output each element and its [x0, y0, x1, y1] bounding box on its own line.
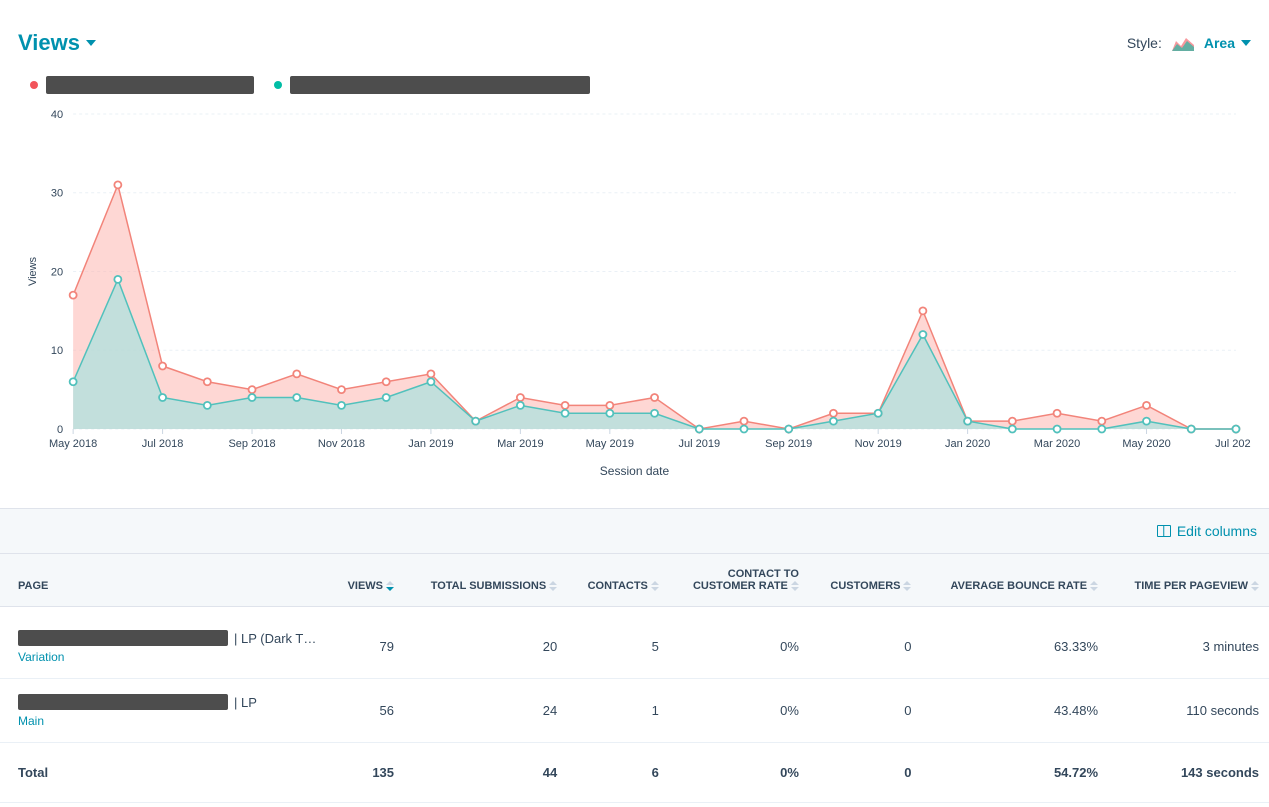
views-label: Views [18, 30, 80, 56]
svg-text:May 2019: May 2019 [586, 438, 634, 450]
svg-text:Mar 2020: Mar 2020 [1034, 438, 1081, 450]
page-cell: | LP (Dark T… Variation [0, 607, 330, 679]
edit-columns-label: Edit columns [1177, 523, 1257, 539]
svg-text:Jul 2020: Jul 2020 [1215, 438, 1251, 450]
legend-redacted-label [290, 76, 590, 94]
legend-marker-icon [30, 81, 38, 89]
legend-item[interactable] [30, 76, 254, 94]
cell-submissions: 20 [404, 607, 567, 679]
cell-bounce: 43.48% [921, 679, 1108, 743]
col-header-ctc-rate[interactable]: CONTACT TO CUSTOMER RATE [669, 554, 809, 607]
col-header-page[interactable]: PAGE [0, 554, 330, 607]
page-redacted-name [18, 630, 228, 646]
col-header-contacts[interactable]: CONTACTS [567, 554, 669, 607]
total-bounce: 54.72% [921, 743, 1108, 803]
total-ctc: 0% [669, 743, 809, 803]
edit-columns-button[interactable]: Edit columns [1157, 523, 1257, 539]
svg-text:Nov 2018: Nov 2018 [318, 438, 365, 450]
cell-customers: 0 [809, 679, 922, 743]
page-cell: | LP Main [0, 679, 330, 743]
page-title-suffix: | LP (Dark T… [234, 629, 316, 646]
svg-text:10: 10 [51, 345, 63, 357]
total-time: 143 seconds [1108, 743, 1269, 803]
col-header-bounce[interactable]: AVERAGE BOUNCE RATE [921, 554, 1108, 607]
caret-down-icon [86, 40, 96, 46]
col-header-time[interactable]: TIME PER PAGEVIEW [1108, 554, 1269, 607]
page-title-suffix: | LP [234, 693, 257, 710]
svg-text:Jan 2020: Jan 2020 [945, 438, 990, 450]
views-area-chart[interactable]: 0 10 20 30 40 Views May 2018 Jul 2018 Sep 2018 No… [18, 104, 1251, 464]
columns-icon [1157, 525, 1171, 537]
svg-text:20: 20 [51, 267, 63, 279]
style-value: Area [1204, 35, 1235, 51]
svg-text:0: 0 [57, 424, 63, 436]
cell-contacts: 1 [567, 679, 669, 743]
chart-x-axis-label: Session date [18, 464, 1251, 498]
svg-text:Jan 2019: Jan 2019 [408, 438, 453, 450]
col-header-submissions[interactable]: TOTAL SUBMISSIONS [404, 554, 567, 607]
page-variant-link[interactable]: Main [18, 714, 320, 728]
total-views: 135 [330, 743, 404, 803]
svg-text:Jul 2018: Jul 2018 [142, 438, 184, 450]
svg-text:30: 30 [51, 188, 63, 200]
cell-views: 79 [330, 607, 404, 679]
total-submissions: 44 [404, 743, 567, 803]
results-table: PAGE VIEWS TOTAL SUBMISSIONS CONTACTS CO… [0, 554, 1269, 803]
svg-text:Nov 2019: Nov 2019 [855, 438, 902, 450]
cell-bounce: 63.33% [921, 607, 1108, 679]
page-variant-link[interactable]: Variation [18, 650, 320, 664]
total-contacts: 6 [567, 743, 669, 803]
cell-views: 56 [330, 679, 404, 743]
cell-time: 110 seconds [1108, 679, 1269, 743]
page-redacted-name [18, 694, 228, 710]
cell-ctc: 0% [669, 607, 809, 679]
cell-time: 3 minutes [1108, 607, 1269, 679]
svg-text:Jul 2019: Jul 2019 [678, 438, 720, 450]
legend-item[interactable] [274, 76, 590, 94]
legend-redacted-label [46, 76, 254, 94]
table-row[interactable]: | LP (Dark T… Variation 79 20 5 0% 0 63.… [0, 607, 1269, 679]
style-selector[interactable]: Area [1204, 35, 1251, 51]
cell-ctc: 0% [669, 679, 809, 743]
total-customers: 0 [809, 743, 922, 803]
total-label: Total [0, 743, 330, 803]
chart-legend [0, 66, 1269, 104]
cell-customers: 0 [809, 607, 922, 679]
table-total-row: Total 135 44 6 0% 0 54.72% 143 seconds [0, 743, 1269, 803]
cell-contacts: 5 [567, 607, 669, 679]
table-row[interactable]: | LP Main 56 24 1 0% 0 43.48% 110 second… [0, 679, 1269, 743]
svg-text:Sep 2019: Sep 2019 [765, 438, 812, 450]
svg-text:40: 40 [51, 109, 63, 121]
svg-text:Mar 2019: Mar 2019 [497, 438, 544, 450]
col-header-customers[interactable]: CUSTOMERS [809, 554, 922, 607]
legend-marker-icon [274, 81, 282, 89]
svg-text:Views: Views [27, 256, 39, 286]
col-header-views[interactable]: VIEWS [330, 554, 404, 607]
style-label: Style: [1127, 35, 1162, 51]
svg-text:May 2020: May 2020 [1122, 438, 1170, 450]
caret-down-icon [1241, 40, 1251, 46]
svg-text:May 2018: May 2018 [49, 438, 97, 450]
svg-text:Sep 2018: Sep 2018 [228, 438, 275, 450]
area-chart-icon [1172, 35, 1194, 51]
views-dropdown[interactable]: Views [18, 30, 96, 56]
cell-submissions: 24 [404, 679, 567, 743]
